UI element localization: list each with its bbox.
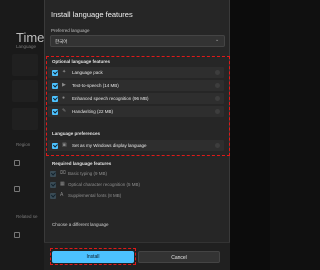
required-row-fonts: A Supplemental fonts (8 MB)	[48, 191, 224, 200]
highlight-box-install	[50, 248, 136, 265]
settings-page-title: Time	[16, 30, 45, 45]
keyboard-icon	[14, 232, 20, 238]
bg-related-label: Related se	[16, 214, 38, 219]
keyboard-icon: ⌧	[60, 170, 66, 176]
highlight-box-features	[46, 56, 230, 156]
bg-tile	[12, 54, 38, 76]
preferred-language-label: Preferred language	[51, 28, 90, 33]
required-features-heading: Required language features	[52, 161, 112, 166]
bg-language-label: Language	[16, 44, 37, 49]
chevron-down-icon: ⌄	[215, 37, 220, 43]
ocr-icon: ▦	[60, 181, 65, 187]
bg-tile	[12, 108, 38, 130]
feature-label: Basic typing (9 MB)	[68, 171, 108, 176]
dialog-title: Install language features	[51, 10, 133, 19]
region-icon	[14, 160, 20, 166]
checkbox	[50, 170, 56, 177]
format-icon	[14, 186, 20, 192]
checkbox	[50, 192, 56, 199]
feature-label: Supplemental fonts (8 MB)	[68, 193, 122, 198]
feature-label: Optical character recognition (5 MB)	[68, 182, 141, 187]
preferred-language-value: 한국어	[55, 39, 68, 44]
bg-tile	[12, 80, 38, 102]
preferred-language-select[interactable]: 한국어 ⌄	[50, 35, 225, 47]
bg-region-label: Region	[16, 142, 31, 147]
font-icon: A	[60, 192, 64, 198]
required-row-basic-typing: ⌧ Basic typing (9 MB)	[48, 169, 224, 178]
bg-right-panel	[228, 0, 270, 270]
checkbox	[50, 181, 56, 188]
choose-different-language-link[interactable]: Choose a different language	[52, 222, 108, 227]
cancel-button[interactable]: Cancel	[138, 251, 220, 263]
required-row-ocr: ▦ Optical character recognition (5 MB)	[48, 180, 224, 189]
